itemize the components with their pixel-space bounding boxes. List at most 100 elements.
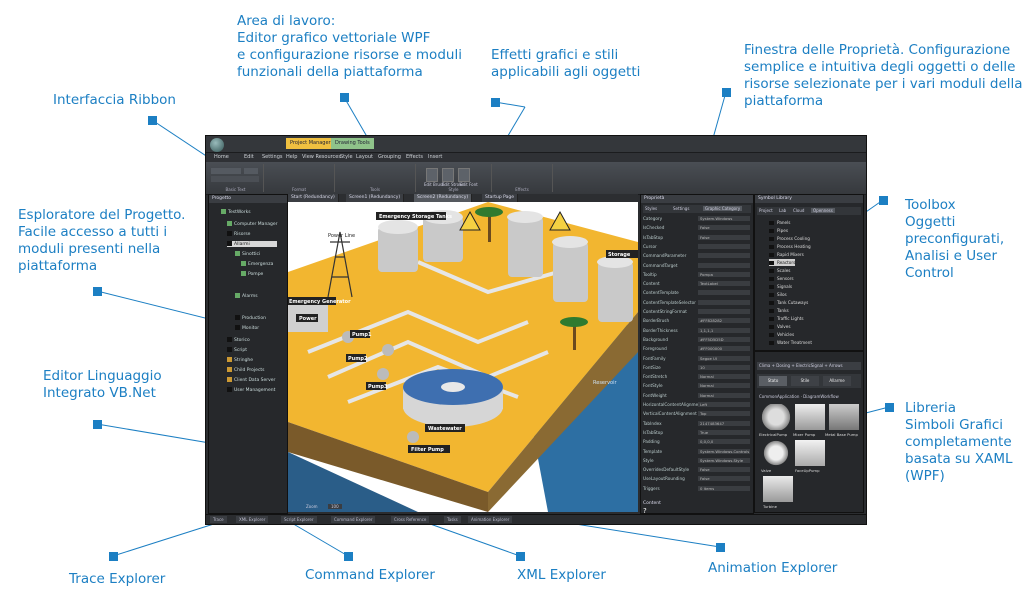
property-row[interactable]: OverridesDefaultStyle False <box>643 466 755 473</box>
property-value[interactable]: Left <box>698 402 750 407</box>
face-up-pump-symbol[interactable] <box>795 440 825 466</box>
toolbox-item[interactable]: Panels <box>769 219 790 226</box>
tree-item-root[interactable]: TestWorks <box>221 209 251 215</box>
mixer-pump-symbol[interactable] <box>795 404 825 430</box>
edit-font-button[interactable] <box>458 168 470 182</box>
toolbox-tab-openness[interactable]: Openness <box>811 208 835 213</box>
toolbox-item[interactable]: Signals <box>769 283 792 290</box>
property-row[interactable]: FontStretch Normal <box>643 373 755 380</box>
plant-drawing[interactable]: Emergency Storage Tanks Power Line Stora… <box>288 202 638 512</box>
toolbox-item[interactable]: Traffic Lights <box>769 315 804 322</box>
property-value[interactable]: 0 items <box>698 485 750 491</box>
property-value[interactable]: System.Windows.Controls <box>698 448 750 454</box>
property-value[interactable]: 1,1,1,1 <box>698 327 750 333</box>
tree-item-client-data-server[interactable]: Client Data Server <box>227 377 275 383</box>
ribbon-tab-edit[interactable]: Edit <box>244 154 254 160</box>
tree-item-sinottici[interactable]: Sinottici <box>235 251 260 257</box>
tree-item-pompe[interactable]: Pompe <box>241 271 263 277</box>
property-value[interactable]: #FF828282 <box>698 318 750 324</box>
property-row[interactable]: Style System.Windows.Style <box>643 457 755 464</box>
property-value[interactable] <box>698 299 750 305</box>
turbine-symbol[interactable] <box>763 476 793 502</box>
property-row[interactable]: VerticalContentAlignment Top <box>643 410 755 417</box>
ribbon-tab-help[interactable]: Help <box>286 154 297 160</box>
toolbox-tab-cloud[interactable]: Cloud <box>793 208 804 213</box>
properties-tab-settings[interactable]: Settings <box>673 206 689 211</box>
tree-item-child-projects[interactable]: Child Projects <box>227 367 265 373</box>
tree-item-monitor[interactable]: Monitor <box>235 325 259 331</box>
symbols-tab-allarme[interactable]: Allarme <box>823 376 851 386</box>
property-value[interactable]: False <box>698 467 750 473</box>
text-format-buttons[interactable] <box>211 176 259 182</box>
symbols-breadcrumb[interactable]: Clima + Dosing + ElectricSignal + Arrows <box>757 362 861 370</box>
property-row[interactable]: FontFamily Segoe UI <box>643 355 755 362</box>
property-row[interactable]: Template System.Windows.Controls <box>643 448 755 455</box>
property-row[interactable]: Padding 0,0,0,0 <box>643 438 755 445</box>
tab-trace-explorer[interactable]: Trace <box>210 516 227 523</box>
toolbox-item[interactable]: Vehicles <box>769 331 794 338</box>
tree-item-user-management[interactable]: User Management <box>227 387 275 393</box>
property-value[interactable]: False <box>698 476 750 482</box>
ribbon-tab-insert[interactable]: Insert <box>428 154 442 160</box>
toolbox-item[interactable]: Sensors <box>769 275 794 282</box>
property-row[interactable]: Cursor <box>643 243 755 250</box>
tree-item-computer-manager[interactable]: Computer Manager <box>227 221 278 227</box>
application-menu-orb[interactable] <box>210 138 224 152</box>
toolbox-item[interactable]: Silos <box>769 291 787 298</box>
toolbox-item[interactable]: Pipes <box>769 227 788 234</box>
property-value[interactable]: 10 <box>698 364 750 370</box>
tree-item-alarms[interactable]: Alarms <box>235 293 258 299</box>
tab-script-explorer[interactable]: Script Explorer <box>281 516 317 523</box>
property-value[interactable]: True <box>698 429 750 435</box>
property-row[interactable]: ContentStringFormat <box>643 308 755 315</box>
tab-tasks[interactable]: Tasks <box>444 516 461 523</box>
ribbon-tab-settings[interactable]: Settings <box>262 154 283 160</box>
pump-icon[interactable] <box>377 368 389 380</box>
synoptic-canvas[interactable]: Emergency Storage Tanks Power Line Stora… <box>288 202 638 512</box>
metal-base-pump-symbol[interactable] <box>829 404 859 430</box>
property-value[interactable]: #FF5D5D5D <box>698 336 750 342</box>
property-value[interactable]: Normal <box>698 392 750 398</box>
doc-tab-screen1[interactable]: Screen1 (Redundancy) <box>346 194 405 202</box>
toolbox-item[interactable]: Process Cooling <box>769 235 810 242</box>
symbols-tab-stile[interactable]: Stile <box>791 376 819 386</box>
property-value[interactable] <box>698 253 750 259</box>
tab-command-explorer[interactable]: Command Explorer <box>331 516 376 523</box>
doc-tab-start[interactable]: Start (Redundancy) <box>288 194 339 202</box>
tree-item-storico[interactable]: Storico <box>227 337 250 343</box>
property-value[interactable]: Segoe UI <box>698 355 750 361</box>
doc-tab-screen2[interactable]: Screen2 (Redundancy) <box>414 194 473 202</box>
property-value[interactable] <box>698 290 750 296</box>
wastewater-tank[interactable] <box>403 369 503 427</box>
toolbox-tab-project[interactable]: Project <box>759 208 773 213</box>
toolbox-item[interactable]: Valves <box>769 323 791 330</box>
toolbox-item[interactable]: Tank Cutaways <box>769 299 808 306</box>
property-row[interactable]: Tooltip Pompa <box>643 271 755 278</box>
tab-animation-explorer[interactable]: Animation Explorer <box>468 516 513 523</box>
tree-item-stringhe[interactable]: Stringhe <box>227 357 253 363</box>
ribbon-tab-grouping[interactable]: Grouping <box>378 154 401 160</box>
zoom-value[interactable]: 100 <box>328 504 342 509</box>
property-row[interactable]: Background #FF5D5D5D <box>643 336 755 343</box>
tree-item-risorse[interactable]: Risorse <box>227 231 250 237</box>
edit-brush-button[interactable] <box>426 168 438 182</box>
property-row[interactable]: BorderThickness 1,1,1,1 <box>643 327 755 334</box>
valve-symbol[interactable] <box>761 440 791 466</box>
ribbon-tab-home[interactable]: Home <box>214 154 229 160</box>
pump-icon[interactable] <box>382 344 394 356</box>
property-row[interactable]: Content TextLabel <box>643 280 755 287</box>
property-value[interactable]: 0,0,0,0 <box>698 439 750 445</box>
font-selector[interactable] <box>211 168 241 174</box>
tab-cross-reference[interactable]: Cross Reference <box>391 516 430 523</box>
property-value[interactable]: System.Windows.Style <box>698 457 750 463</box>
property-value[interactable] <box>698 243 750 249</box>
ribbon-tab-effects[interactable]: Effects <box>406 154 423 160</box>
font-size-selector[interactable] <box>244 168 258 174</box>
tree-item-script[interactable]: Script <box>227 347 247 353</box>
tree-item-production[interactable]: Production <box>235 315 266 321</box>
property-row[interactable]: Category System.Windows <box>643 215 755 222</box>
title-tab-drawing-tools[interactable]: Drawing Tools <box>331 138 374 149</box>
tree-item-emergenza[interactable]: Emergenza <box>241 261 273 267</box>
property-row[interactable]: IsTabStop False <box>643 234 755 241</box>
property-value[interactable]: Normal <box>698 374 750 380</box>
